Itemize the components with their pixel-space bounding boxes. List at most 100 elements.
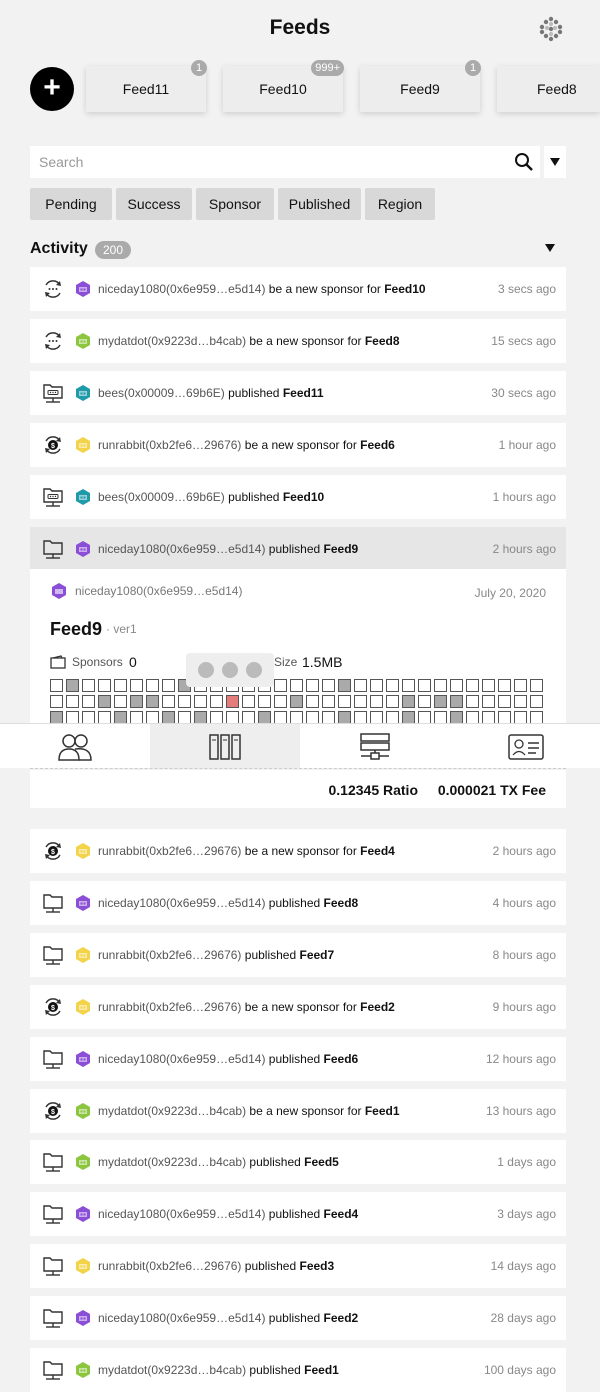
activity-time: 30 secs ago — [491, 386, 556, 400]
feed-tab[interactable]: Feed10 999+ — [223, 60, 344, 112]
activity-row[interactable]: $ runrabbit(0xb2fe6…29676) be a new spons… — [30, 985, 566, 1029]
nav-library[interactable] — [150, 724, 300, 769]
activity-row[interactable]: bees(0x00009…69b6E) published Feed11 30 s… — [30, 371, 566, 415]
search-input[interactable]: Search — [30, 146, 540, 178]
activity-user[interactable]: runrabbit(0xb2fe6…29676) — [98, 1259, 241, 1273]
filter-sponsor[interactable]: Sponsor — [196, 188, 274, 220]
activity-feed[interactable]: Feed9 — [324, 542, 359, 556]
feed-tab[interactable]: Feed11 1 — [86, 60, 207, 112]
activity-row[interactable]: mydatdot(0x9223d…b4cab) published Feed1 1… — [30, 1348, 566, 1392]
activity-user[interactable]: runrabbit(0xb2fe6…29676) — [98, 948, 241, 962]
chunk-cell — [114, 695, 127, 708]
activity-action: be a new sponsor for — [241, 844, 361, 858]
chunk-cell — [210, 695, 223, 708]
avatar — [74, 436, 92, 454]
nav-profile[interactable] — [450, 724, 600, 769]
activity-feed[interactable]: Feed8 — [365, 334, 400, 348]
bottom-nav — [0, 723, 600, 769]
activity-user[interactable]: niceday1080(0x6e959…e5d14) — [98, 1052, 265, 1066]
detail-user[interactable]: niceday1080(0x6e959…e5d14) — [75, 584, 242, 598]
chunk-cell — [226, 695, 239, 708]
activity-user[interactable]: runrabbit(0xb2fe6…29676) — [98, 438, 241, 452]
activity-row[interactable]: runrabbit(0xb2fe6…29676) published Feed7… — [30, 933, 566, 977]
nav-users[interactable] — [0, 724, 150, 769]
activity-feed[interactable]: Feed1 — [365, 1104, 400, 1118]
activity-text: runrabbit(0xb2fe6…29676) published Feed3 — [98, 1259, 334, 1273]
add-feed-button[interactable]: + — [30, 67, 74, 111]
activity-row[interactable]: $ runrabbit(0xb2fe6…29676) be a new spons… — [30, 423, 566, 467]
activity-feed[interactable]: Feed2 — [324, 1311, 359, 1325]
activity-row[interactable]: niceday1080(0x6e959…e5d14) published Fee… — [30, 881, 566, 925]
activity-user[interactable]: niceday1080(0x6e959…e5d14) — [98, 542, 265, 556]
feed-tab[interactable]: Feed8 — [497, 66, 600, 112]
sponsors-value: 0 — [129, 654, 137, 670]
sponsor-loading-icon — [42, 330, 64, 352]
chunk-cell — [98, 679, 111, 692]
nav-servers[interactable] — [300, 724, 450, 769]
activity-row[interactable]: niceday1080(0x6e959…e5d14) be a new spon… — [30, 267, 566, 311]
activity-user[interactable]: niceday1080(0x6e959…e5d14) — [98, 896, 265, 910]
activity-row[interactable]: mydatdot(0x9223d…b4cab) published Feed5 1… — [30, 1140, 566, 1184]
search-dropdown-button[interactable] — [544, 146, 566, 178]
image-icon[interactable] — [198, 662, 214, 678]
activity-row[interactable]: $ mydatdot(0x9223d…b4cab) be a new sponso… — [30, 1089, 566, 1133]
hexagon-cluster-icon[interactable] — [538, 16, 564, 42]
activity-feed[interactable]: Feed1 — [304, 1363, 339, 1377]
chunk-cell — [450, 695, 463, 708]
filter-success[interactable]: Success — [116, 188, 192, 220]
filter-pending[interactable]: Pending — [30, 188, 112, 220]
feed-tab[interactable]: Feed9 1 — [360, 60, 481, 112]
activity-feed[interactable]: Feed6 — [360, 438, 395, 452]
activity-row[interactable]: niceday1080(0x6e959…e5d14) published Fee… — [30, 1037, 566, 1081]
activity-user[interactable]: niceday1080(0x6e959…e5d14) — [98, 1311, 265, 1325]
activity-feed[interactable]: Feed11 — [283, 386, 324, 400]
activity-feed[interactable]: Feed8 — [324, 896, 359, 910]
activity-user[interactable]: bees(0x00009…69b6E) — [98, 490, 225, 504]
activity-row[interactable]: runrabbit(0xb2fe6…29676) published Feed3… — [30, 1244, 566, 1288]
activity-feed[interactable]: Feed10 — [384, 282, 425, 296]
filter-region[interactable]: Region — [365, 188, 435, 220]
image-icon[interactable] — [222, 662, 238, 678]
activity-user[interactable]: runrabbit(0xb2fe6…29676) — [98, 1000, 241, 1014]
activity-row[interactable]: niceday1080(0x6e959…e5d14) published Fee… — [30, 1192, 566, 1236]
activity-user[interactable]: mydatdot(0x9223d…b4cab) — [98, 334, 246, 348]
activity-user[interactable]: niceday1080(0x6e959…e5d14) — [98, 1207, 265, 1221]
activity-row[interactable]: niceday1080(0x6e959…e5d14) published Fee… — [30, 1296, 566, 1340]
activity-user[interactable]: runrabbit(0xb2fe6…29676) — [98, 844, 241, 858]
activity-user[interactable]: mydatdot(0x9223d…b4cab) — [98, 1155, 246, 1169]
avatar — [74, 280, 92, 298]
filter-published[interactable]: Published — [278, 188, 361, 220]
avatar — [74, 488, 92, 506]
activity-row[interactable]: mydatdot(0x9223d…b4cab) be a new sponsor… — [30, 319, 566, 363]
activity-feed[interactable]: Feed7 — [299, 948, 334, 962]
feed-tab-label: Feed9 — [400, 81, 440, 97]
search-icon[interactable] — [514, 152, 534, 172]
activity-feed[interactable]: Feed5 — [304, 1155, 339, 1169]
activity-user[interactable]: bees(0x00009…69b6E) — [98, 386, 225, 400]
activity-feed[interactable]: Feed3 — [299, 1259, 334, 1273]
activity-action: be a new sponsor for — [246, 334, 365, 348]
activity-text: niceday1080(0x6e959…e5d14) published Fee… — [98, 1052, 358, 1066]
activity-dropdown-button[interactable] — [545, 241, 557, 253]
activity-feed[interactable]: Feed4 — [324, 1207, 359, 1221]
activity-text: niceday1080(0x6e959…e5d14) published Fee… — [98, 1207, 358, 1221]
activity-time: 2 hours ago — [492, 844, 556, 858]
activity-feed[interactable]: Feed2 — [360, 1000, 395, 1014]
avatar — [52, 583, 66, 599]
activity-user[interactable]: mydatdot(0x9223d…b4cab) — [98, 1363, 246, 1377]
activity-user[interactable]: mydatdot(0x9223d…b4cab) — [98, 1104, 246, 1118]
activity-feed[interactable]: Feed6 — [324, 1052, 359, 1066]
activity-feed[interactable]: Feed4 — [360, 844, 395, 858]
activity-user[interactable]: niceday1080(0x6e959…e5d14) — [98, 282, 265, 296]
activity-row[interactable]: bees(0x00009…69b6E) published Feed10 1 ho… — [30, 475, 566, 519]
chunk-cell — [482, 679, 495, 692]
image-toolbar — [186, 653, 274, 687]
activity-row[interactable]: niceday1080(0x6e959…e5d14) published Fee… — [30, 527, 566, 571]
activity-feed[interactable]: Feed10 — [283, 490, 324, 504]
image-icon[interactable] — [246, 662, 262, 678]
feed-tab-label: Feed8 — [537, 81, 577, 97]
page-title: Feeds — [269, 16, 331, 39]
activity-action: published — [241, 948, 300, 962]
activity-text: niceday1080(0x6e959…e5d14) published Fee… — [98, 1311, 358, 1325]
activity-row[interactable]: $ runrabbit(0xb2fe6…29676) be a new spons… — [30, 829, 566, 873]
